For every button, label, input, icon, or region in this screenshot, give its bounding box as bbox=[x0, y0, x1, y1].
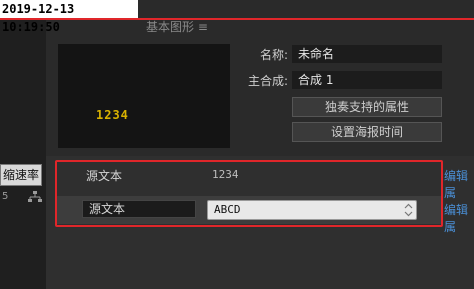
name-field[interactable]: 未命名 bbox=[292, 45, 442, 63]
solo-supported-properties-button[interactable]: 独奏支持的属性 bbox=[292, 97, 442, 117]
name-label: 名称: bbox=[259, 48, 288, 62]
left-value: 5 bbox=[2, 191, 9, 202]
panel-heading: 基本图形 ≡ bbox=[146, 20, 208, 34]
timestamp: 2019-12-13 10:19:50 bbox=[0, 0, 138, 34]
set-poster-time-button[interactable]: 设置海报时间 bbox=[292, 122, 442, 142]
left-panel bbox=[0, 0, 46, 289]
edit-property-link[interactable]: 编辑属 bbox=[444, 201, 474, 235]
preview-text: 1234 bbox=[96, 108, 129, 122]
speed-rate-label: 缩速率 bbox=[3, 168, 40, 182]
highlight-box bbox=[55, 160, 443, 227]
preview-pane bbox=[58, 44, 230, 148]
red-divider bbox=[0, 18, 474, 20]
speed-rate-button[interactable]: 缩速率 bbox=[0, 164, 42, 186]
master-comp-field[interactable]: 合成 1 bbox=[292, 71, 442, 89]
hierarchy-icon bbox=[28, 191, 42, 202]
master-comp-label: 主合成: bbox=[247, 74, 288, 88]
edit-property-link[interactable]: 编辑属 bbox=[444, 167, 474, 201]
